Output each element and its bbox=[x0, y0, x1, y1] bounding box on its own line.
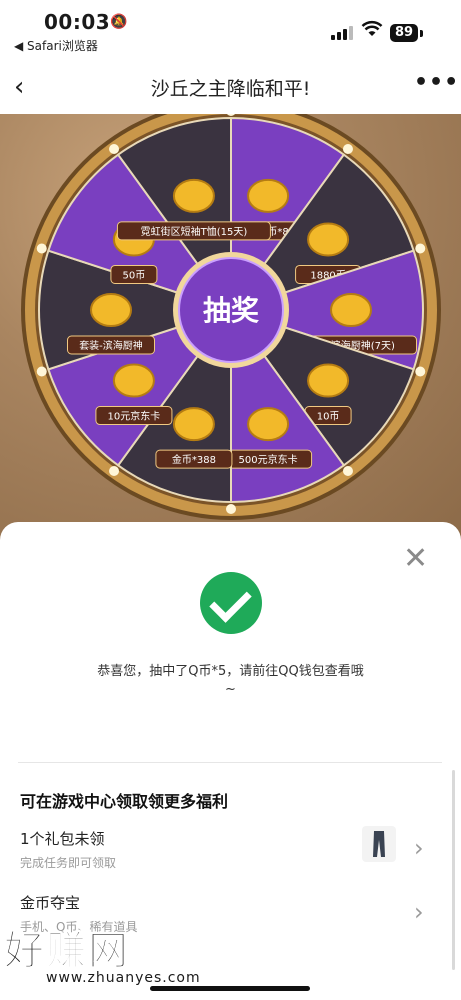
prize-label: 金币*388 bbox=[172, 453, 216, 466]
rim-bulb bbox=[36, 243, 47, 254]
scrollbar[interactable] bbox=[452, 770, 455, 970]
result-message-tilde: ~ bbox=[225, 682, 236, 697]
page-title: 沙丘之主降临和平! bbox=[150, 78, 311, 100]
draw-button-label[interactable]: 抽奖 bbox=[203, 294, 259, 327]
back-to-safari-link[interactable]: ◀ Safari浏览器 bbox=[14, 37, 98, 54]
result-message: 恭喜您，抽中了Q币*5，请前往QQ钱包查看哦 bbox=[97, 664, 364, 679]
result-sheet: ✕ 恭喜您，抽中了Q币*5，请前往QQ钱包查看哦 ~ 可在游戏中心领取领更多福利… bbox=[0, 522, 461, 1000]
prize-label: 10币 bbox=[317, 411, 340, 423]
rim-bulb bbox=[109, 465, 120, 476]
divider bbox=[18, 762, 442, 763]
lucky-wheel-area: 服饰币*81880币套装-滨海厨神(7天)10币500元京东卡金币*38810元… bbox=[0, 114, 461, 544]
rim-bulb bbox=[342, 144, 353, 155]
prize-label: 霓虹街区短袖T恤(15天) bbox=[141, 225, 248, 238]
silent-bell-icon: 🔕 bbox=[110, 14, 128, 30]
prize-coin-icon bbox=[247, 178, 290, 213]
prize-coin-icon bbox=[247, 407, 290, 442]
pants-thumbnail-icon bbox=[362, 826, 396, 862]
wifi-icon bbox=[361, 20, 383, 43]
chevron-right-icon: › bbox=[414, 898, 424, 926]
prize-label: 50币 bbox=[123, 269, 146, 281]
rim-bulb bbox=[226, 504, 236, 514]
lucky-wheel[interactable]: 服饰币*81880币套装-滨海厨神(7天)10币500元京东卡金币*38810元… bbox=[0, 114, 461, 544]
prize-coin-icon bbox=[307, 363, 350, 398]
prize-coin-icon bbox=[172, 407, 215, 442]
section-title: 可在游戏中心领取领更多福利 bbox=[20, 792, 229, 811]
list-item-title: 1个礼包未领 bbox=[20, 830, 105, 848]
rim-bulb bbox=[109, 144, 120, 155]
prize-coin-icon bbox=[112, 363, 155, 398]
status-bar: 00:03 🔕 ◀ Safari浏览器 89 bbox=[0, 0, 461, 56]
status-time: 00:03 bbox=[44, 10, 111, 34]
success-check-icon bbox=[200, 572, 262, 634]
home-indicator[interactable] bbox=[150, 986, 310, 991]
prize-coin-icon bbox=[330, 293, 372, 327]
list-item-subtitle: 完成任务即可领取 bbox=[20, 856, 117, 870]
list-item-title: 金币夺宝 bbox=[20, 894, 81, 912]
prize-coin-icon bbox=[172, 178, 215, 213]
rim-bulb bbox=[415, 243, 426, 254]
rim-bulb bbox=[415, 366, 426, 377]
more-dots-icon[interactable]: ••• bbox=[414, 70, 459, 95]
navigation-bar: ‹ 沙丘之主降临和平! ••• bbox=[0, 56, 461, 114]
prize-coin-icon bbox=[90, 293, 132, 327]
list-item-subtitle: 手机、Q币、稀有道具 bbox=[20, 920, 138, 934]
cellular-signal-icon bbox=[331, 24, 355, 40]
prize-label: 套装-滨海厨神 bbox=[79, 339, 143, 352]
prize-coin-icon bbox=[307, 222, 350, 257]
rim-bulb bbox=[342, 465, 353, 476]
battery-indicator: 89 bbox=[390, 24, 418, 42]
chevron-right-icon: › bbox=[414, 834, 424, 862]
battery-tip bbox=[420, 30, 423, 37]
prize-label: 500元京东卡 bbox=[239, 453, 298, 466]
prize-label: 10元京东卡 bbox=[108, 410, 161, 423]
close-icon[interactable]: ✕ bbox=[403, 544, 428, 574]
rim-bulb bbox=[36, 366, 47, 377]
